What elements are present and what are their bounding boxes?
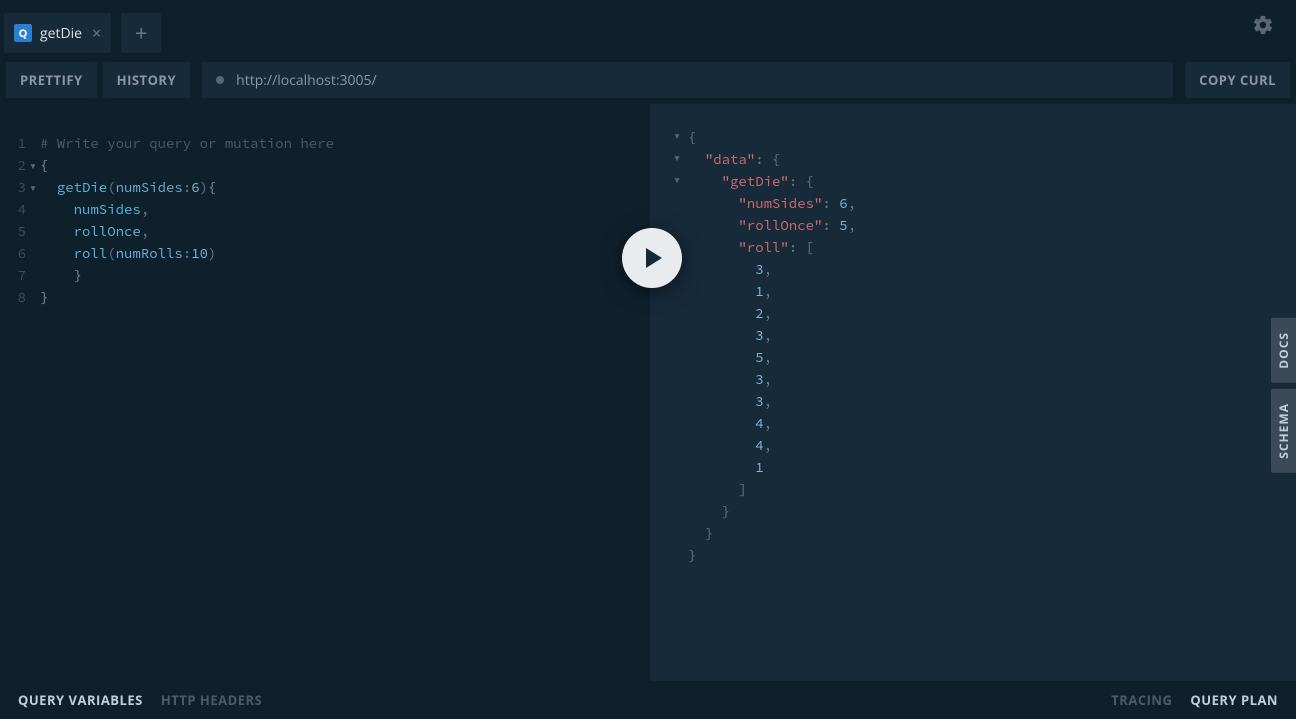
play-icon xyxy=(646,248,662,268)
close-icon[interactable]: × xyxy=(92,22,101,44)
fold-icon[interactable]: ▼ xyxy=(30,178,36,200)
fold-icon[interactable]: ▼ xyxy=(674,126,680,148)
comment: # Write your query or mutation here xyxy=(40,134,334,152)
copy-curl-button[interactable]: Copy CURL xyxy=(1185,62,1290,98)
schema-tab[interactable]: SCHEMA xyxy=(1271,389,1296,473)
url-input[interactable]: http://localhost:3005/ xyxy=(236,71,377,90)
tabs-area: Q getDie × + xyxy=(0,3,1238,53)
tab-badge: Q xyxy=(14,24,32,42)
run-button[interactable] xyxy=(622,228,682,288)
tab-title: getDie xyxy=(40,24,82,43)
fold-icon[interactable]: ▼ xyxy=(30,156,36,178)
query-editor[interactable]: 1 2▼ 3▼ 4 5 6 7 8 # Write your query or … xyxy=(0,104,650,681)
bottom-bar: Query Variables HTTP Headers Tracing Que… xyxy=(0,681,1296,719)
top-bar: Q getDie × + xyxy=(0,0,1296,56)
docs-tab[interactable]: DOCS xyxy=(1271,318,1296,383)
url-bar[interactable]: http://localhost:3005/ xyxy=(202,62,1173,98)
status-dot-icon xyxy=(216,76,224,84)
response-pane: ▼{ ▼ "data": { ▼ "getDie": { "numSides":… xyxy=(650,104,1296,681)
new-tab-button[interactable]: + xyxy=(121,13,161,53)
query-plan-tab[interactable]: Query Plan xyxy=(1190,691,1278,709)
side-tabs: DOCS SCHEMA xyxy=(1271,318,1296,472)
prettify-button[interactable]: Prettify xyxy=(6,62,97,98)
main-area: 1 2▼ 3▼ 4 5 6 7 8 # Write your query or … xyxy=(0,104,1296,681)
response-json: ▼{ ▼ "data": { ▼ "getDie": { "numSides":… xyxy=(688,126,856,566)
fold-icon[interactable]: ▼ xyxy=(674,170,680,192)
tab-getdie[interactable]: Q getDie × xyxy=(4,13,111,53)
gear-icon[interactable] xyxy=(1238,13,1288,43)
line-gutter: 1 2▼ 3▼ 4 5 6 7 8 xyxy=(0,132,34,308)
history-button[interactable]: History xyxy=(103,62,190,98)
toolbar: Prettify History http://localhost:3005/ … xyxy=(0,56,1296,104)
fold-icon[interactable]: ▼ xyxy=(674,148,680,170)
http-headers-tab[interactable]: HTTP Headers xyxy=(161,691,262,709)
tracing-tab[interactable]: Tracing xyxy=(1111,691,1172,709)
query-variables-tab[interactable]: Query Variables xyxy=(18,691,143,709)
query-code[interactable]: # Write your query or mutation here { ge… xyxy=(40,132,334,308)
